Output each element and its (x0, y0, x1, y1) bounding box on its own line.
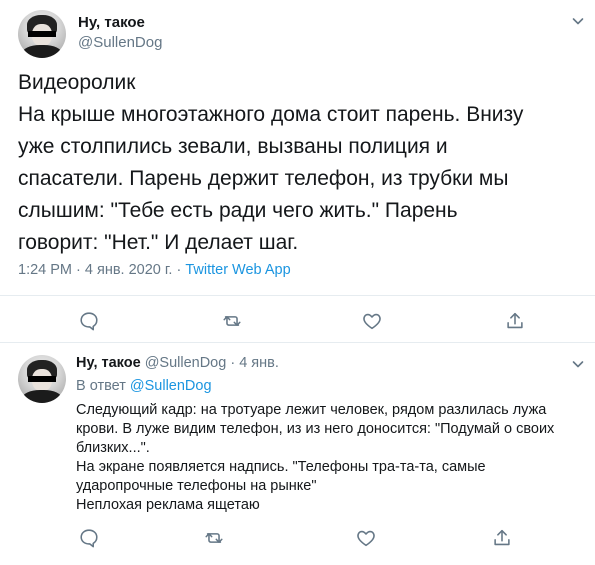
reply-to-link[interactable]: @SullenDog (130, 378, 212, 394)
tweet-text-line: говорит: "Нет." И делает шаг. (18, 231, 299, 254)
author-name[interactable]: Ну, такое (78, 14, 145, 31)
source-app-link[interactable]: Twitter Web App (185, 262, 290, 278)
reply-text-line: крови. В луже видим телефон, из из него … (76, 421, 555, 437)
like-icon[interactable] (361, 310, 383, 332)
avatar[interactable] (18, 10, 66, 58)
tweet-text: Видеоролик На крыше многоэтажного дома с… (18, 67, 578, 259)
retweet-icon[interactable] (221, 310, 243, 332)
reply-date[interactable]: 4 янв. (239, 355, 279, 371)
reply-text-line: Следующий кадр: на тротуаре лежит челове… (76, 402, 547, 418)
tweet-meta: 1:24 PM · 4 янв. 2020 г. · Twitter Web A… (18, 262, 291, 278)
avatar[interactable] (18, 355, 66, 403)
reply-context: В ответ @SullenDog (76, 378, 212, 394)
author-handle[interactable]: @SullenDog (78, 34, 162, 51)
timestamp[interactable]: 1:24 PM · 4 янв. 2020 г. · (18, 262, 185, 278)
retweet-icon[interactable] (203, 527, 225, 549)
chevron-down-icon[interactable] (571, 357, 585, 371)
author-name[interactable]: Ну, такое (76, 355, 141, 371)
divider (0, 342, 595, 343)
reply-text-line: На экране появляется надпись. "Телефоны … (76, 459, 486, 475)
reply-text-line: ударопрочные телефоны на рынке" (76, 478, 317, 494)
reply-header: Ну, такое @SullenDog · 4 янв. (76, 355, 279, 371)
tweet-text-line: На крыше многоэтажного дома стоит парень… (18, 103, 524, 126)
reply-prefix: В ответ (76, 378, 130, 394)
main-tweet: Ну, такое @SullenDog Видеоролик На крыше… (0, 0, 595, 343)
chevron-down-icon[interactable] (571, 14, 585, 28)
tweet-text-line: уже столпились зевали, вызваны полиция и (18, 135, 448, 158)
reply-text: Следующий кадр: на тротуаре лежит челове… (76, 401, 581, 515)
date-separator: · (226, 355, 240, 371)
tweet-text-line: Видеоролик (18, 71, 136, 94)
reply-text-line: близких...". (76, 440, 150, 456)
reply-icon[interactable] (78, 310, 100, 332)
reply-icon[interactable] (78, 527, 100, 549)
tweet-text-line: слышим: "Тебе есть ради чего жить." Паре… (18, 199, 458, 222)
author-handle[interactable]: @SullenDog (145, 355, 227, 371)
like-icon[interactable] (355, 527, 377, 549)
share-icon[interactable] (491, 527, 513, 549)
reply-text-line: Неплохая реклама ящетаю (76, 497, 260, 513)
tweet-text-line: спасатели. Парень держит телефон, из тру… (18, 167, 509, 190)
share-icon[interactable] (504, 310, 526, 332)
divider (0, 295, 595, 296)
